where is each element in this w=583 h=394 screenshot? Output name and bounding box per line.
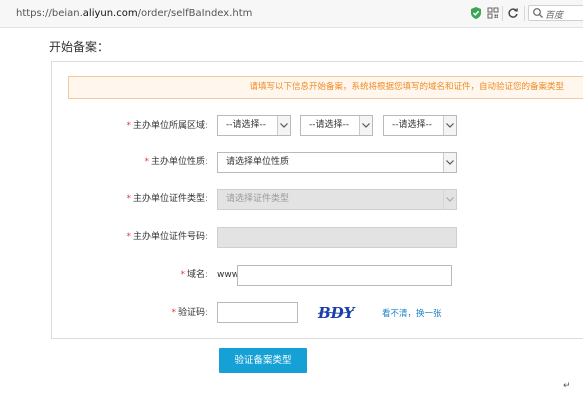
- notice-banner: 请填写以下信息开始备案，系统将根据您填写的域名和证件，自动验证您的备案类型: [68, 76, 583, 99]
- required-mark: *: [126, 232, 131, 242]
- id-number-label-text: 主办单位证件号码: [132, 232, 205, 242]
- id-number-label: * 主办单位证件号码:: [126, 227, 208, 247]
- chevron-down-icon: [443, 190, 456, 209]
- browser-address-bar: https://beian.aliyun.com/order/selfBaInd…: [0, 0, 583, 28]
- browser-search-box[interactable]: 百度: [528, 5, 583, 21]
- captcha-image[interactable]: BDY: [316, 302, 356, 322]
- paragraph-mark: ↵: [563, 381, 571, 391]
- label-colon: :: [204, 194, 208, 204]
- label-colon: :: [204, 157, 208, 167]
- nature-label: * 主办单位性质:: [144, 152, 208, 172]
- required-mark: *: [144, 157, 149, 167]
- domain-label: * 域名:: [180, 265, 208, 285]
- id-type-label: * 主办单位证件类型:: [126, 189, 208, 209]
- id-number-input: [217, 227, 457, 248]
- chevron-down-icon: [443, 116, 456, 135]
- required-mark: *: [180, 270, 185, 280]
- chevron-down-icon: [359, 116, 372, 135]
- city-select[interactable]: --请选择--: [300, 115, 373, 136]
- reload-icon[interactable]: [506, 6, 520, 20]
- city-select-value: --请选择--: [309, 120, 349, 130]
- qr-code-icon[interactable]: [486, 6, 500, 20]
- domain-label-text: 域名: [186, 270, 205, 280]
- label-colon: :: [204, 121, 208, 131]
- url-domain: aliyun.com: [82, 8, 138, 19]
- search-icon: [532, 7, 546, 21]
- required-mark: *: [171, 308, 176, 318]
- label-colon: :: [204, 270, 208, 280]
- search-placeholder: 百度: [545, 11, 564, 21]
- id-type-select: 请选择证件类型: [217, 189, 457, 210]
- region-label: * 主办单位所属区域:: [126, 116, 208, 136]
- url-prefix: https://beian.: [16, 8, 83, 19]
- province-select[interactable]: --请选择--: [217, 115, 291, 136]
- id-type-select-value: 请选择证件类型: [226, 194, 290, 204]
- label-colon: :: [204, 232, 208, 242]
- url-field[interactable]: https://beian.aliyun.com/order/selfBaInd…: [16, 8, 252, 19]
- captcha-label-text: 验证码: [177, 308, 205, 318]
- required-mark: *: [126, 121, 131, 131]
- required-mark: *: [126, 194, 131, 204]
- page-title: 开始备案：: [49, 40, 110, 54]
- label-colon: :: [204, 308, 208, 318]
- captcha-input[interactable]: [217, 302, 298, 323]
- verify-filing-type-button[interactable]: 验证备案类型: [219, 348, 307, 373]
- province-select-value: --请选择--: [226, 120, 266, 130]
- chevron-down-icon: [277, 116, 290, 135]
- region-label-text: 主办单位所属区域: [132, 121, 205, 131]
- address-bar-separator: [502, 6, 503, 21]
- shield-check-icon[interactable]: [469, 6, 483, 20]
- url-path: /order/selfBaIndex.htm: [137, 8, 253, 19]
- chevron-down-icon: [443, 153, 456, 172]
- district-select-value: --请选择--: [392, 120, 432, 130]
- id-type-label-text: 主办单位证件类型: [132, 194, 205, 204]
- domain-input[interactable]: [237, 265, 452, 286]
- unit-nature-select[interactable]: 请选择单位性质: [217, 152, 457, 173]
- unit-nature-select-value: 请选择单位性质: [226, 157, 290, 167]
- address-bar-separator: [524, 6, 525, 21]
- captcha-label: * 验证码:: [171, 303, 208, 323]
- captcha-refresh-link[interactable]: 看不清，换一张: [382, 307, 442, 319]
- nature-label-text: 主办单位性质: [150, 157, 205, 167]
- district-select[interactable]: --请选择--: [383, 115, 457, 136]
